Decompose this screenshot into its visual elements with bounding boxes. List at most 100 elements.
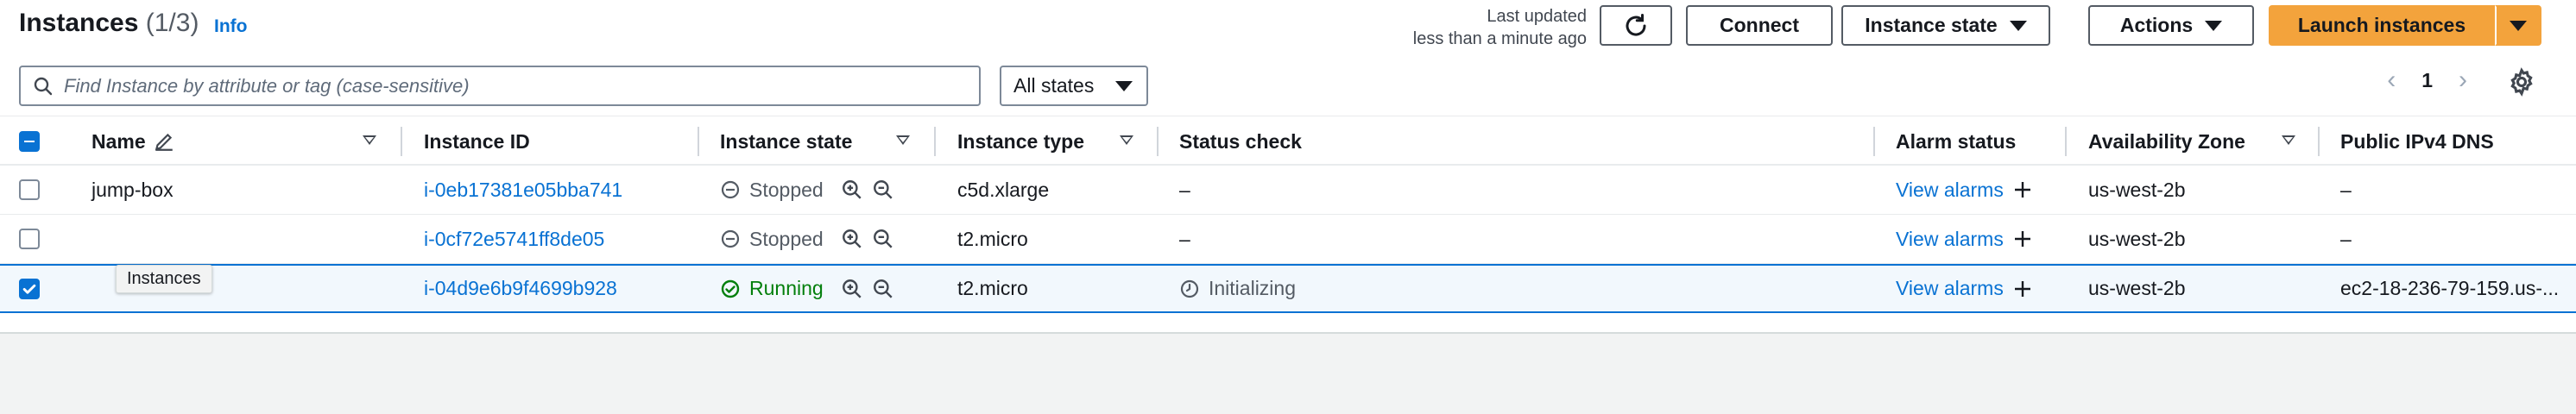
cell-public-dns: ec2-18-236-79-159.us-... <box>2340 277 2560 299</box>
info-link[interactable]: Info <box>214 16 247 37</box>
cell-instance-type: t2.micro <box>957 277 1028 299</box>
instance-id-link[interactable]: i-04d9e6b9f4699b928 <box>424 266 617 311</box>
page-number[interactable]: 1 <box>2421 69 2433 92</box>
plus-icon[interactable] <box>2012 179 2033 200</box>
edit-icon <box>155 133 173 151</box>
connect-label: Connect <box>1720 14 1799 36</box>
zoom-out-icon[interactable] <box>872 228 894 250</box>
cell-availability-zone: us-west-2b <box>2088 277 2186 299</box>
column-divider <box>1157 127 1159 156</box>
column-header-instance-id[interactable]: Instance ID <box>424 116 530 166</box>
actions-button[interactable]: Actions <box>2088 5 2254 46</box>
zoom-in-icon[interactable] <box>841 228 863 250</box>
cell-availability-zone: us-west-2b <box>2088 178 2186 201</box>
instance-state-button[interactable]: Instance state <box>1841 5 2050 46</box>
states-select-value: All states <box>1013 74 1095 97</box>
zoom-out-icon[interactable] <box>872 278 894 300</box>
row-checkbox[interactable] <box>19 179 40 200</box>
row-checkbox[interactable] <box>19 229 40 249</box>
launch-instances-button[interactable]: Launch instances <box>2269 5 2495 46</box>
caret-down-icon <box>2009 20 2027 31</box>
column-header-instance-state[interactable]: Instance state <box>720 116 852 166</box>
table-row[interactable]: i-0cf72e5741ff8de05 Stopped t2.micro – V… <box>0 215 2576 264</box>
gear-icon[interactable] <box>2507 67 2536 97</box>
connect-button[interactable]: Connect <box>1686 5 1833 46</box>
cell-name: jump-box <box>92 178 174 201</box>
plus-icon[interactable] <box>2012 229 2033 249</box>
selection-count: (1/3) <box>145 9 199 37</box>
launch-label: Launch instances <box>2297 14 2466 36</box>
instance-id-link[interactable]: i-0eb17381e05bba741 <box>424 166 622 214</box>
instance-id-link[interactable]: i-0cf72e5741ff8de05 <box>424 215 604 263</box>
sort-icon[interactable] <box>363 135 376 145</box>
cell-status-check: Initializing <box>1179 266 1296 311</box>
stopped-icon <box>721 180 740 199</box>
zoom-out-icon[interactable] <box>872 179 894 201</box>
pagination: ‹ 1 › <box>2387 67 2467 93</box>
column-label: Status check <box>1179 129 1302 153</box>
column-divider <box>401 127 402 156</box>
last-updated-label: Last updated <box>1487 7 1587 26</box>
caret-down-icon <box>1115 80 1133 91</box>
cell-instance-type: t2.micro <box>957 227 1028 250</box>
column-label: Availability Zone <box>2088 129 2245 153</box>
caret-down-icon <box>2510 20 2527 31</box>
sort-icon[interactable] <box>2282 135 2295 145</box>
actions-label: Actions <box>2119 14 2194 36</box>
row-checkbox[interactable] <box>19 279 40 299</box>
search-box <box>19 66 981 106</box>
table-header: Name Instance ID Instance state Instance… <box>0 116 2576 166</box>
sort-icon[interactable] <box>896 135 910 145</box>
cell-alarm-status: View alarms <box>1896 215 2033 263</box>
column-header-public-dns[interactable]: Public IPv4 DNS <box>2340 116 2494 166</box>
cell-instance-type: c5d.xlarge <box>957 178 1050 201</box>
cell-instance-state: Stopped <box>720 166 894 214</box>
search-icon <box>34 77 53 95</box>
column-label: Alarm status <box>1896 129 2017 153</box>
tooltip: Instances <box>116 265 212 293</box>
cell-availability-zone: us-west-2b <box>2088 227 2186 250</box>
cell-public-dns: – <box>2340 178 2352 201</box>
select-all-checkbox[interactable] <box>19 131 40 152</box>
search-input[interactable] <box>64 74 979 97</box>
column-label: Name <box>92 129 146 153</box>
column-header-status-check[interactable]: Status check <box>1179 116 1302 166</box>
column-header-instance-type[interactable]: Instance type <box>957 116 1084 166</box>
column-divider <box>698 127 699 156</box>
view-alarms-link[interactable]: View alarms <box>1896 179 2004 202</box>
cell-instance-state: Stopped <box>720 215 894 263</box>
state-label: Stopped <box>749 178 824 201</box>
column-divider <box>2318 127 2320 156</box>
table-row[interactable]: jump-box i-0eb17381e05bba741 Stopped c5d… <box>0 166 2576 215</box>
chevron-right-icon[interactable]: › <box>2459 67 2467 93</box>
zoom-in-icon[interactable] <box>841 278 863 300</box>
column-label: Instance state <box>720 129 853 153</box>
column-header-alarm-status[interactable]: Alarm status <box>1896 116 2016 166</box>
instances-panel: Instances (1/3) Info Last updated less t… <box>0 0 2576 334</box>
launch-dropdown-button[interactable] <box>2495 5 2541 46</box>
chevron-left-icon[interactable]: ‹ <box>2387 67 2396 93</box>
cell-status-check: – <box>1179 178 1190 201</box>
table-row[interactable]: i-04d9e6b9f4699b928 Running t2.micro Ini… <box>0 264 2576 313</box>
caret-down-icon <box>2205 20 2223 31</box>
column-label: Instance type <box>957 129 1084 153</box>
column-divider <box>2065 127 2067 156</box>
status-check-label: Initializing <box>1209 277 1296 299</box>
running-check-icon <box>721 279 740 298</box>
column-label: Public IPv4 DNS <box>2340 129 2494 153</box>
stopped-icon <box>721 229 740 248</box>
view-alarms-link[interactable]: View alarms <box>1896 228 2004 251</box>
cell-instance-state: Running <box>720 266 894 311</box>
plus-icon[interactable] <box>2012 279 2033 299</box>
state-label: Stopped <box>749 227 824 250</box>
last-updated-value: less than a minute ago <box>1412 29 1587 48</box>
view-alarms-link[interactable]: View alarms <box>1896 277 2004 300</box>
column-header-name[interactable]: Name <box>92 116 175 166</box>
sort-icon[interactable] <box>1120 135 1133 145</box>
check-icon <box>22 284 36 294</box>
zoom-in-icon[interactable] <box>841 179 863 201</box>
page-title: Instances (1/3) <box>19 9 199 38</box>
states-select[interactable]: All states <box>1000 66 1148 106</box>
column-header-availability-zone[interactable]: Availability Zone <box>2088 116 2245 166</box>
refresh-button[interactable] <box>1600 5 1672 46</box>
